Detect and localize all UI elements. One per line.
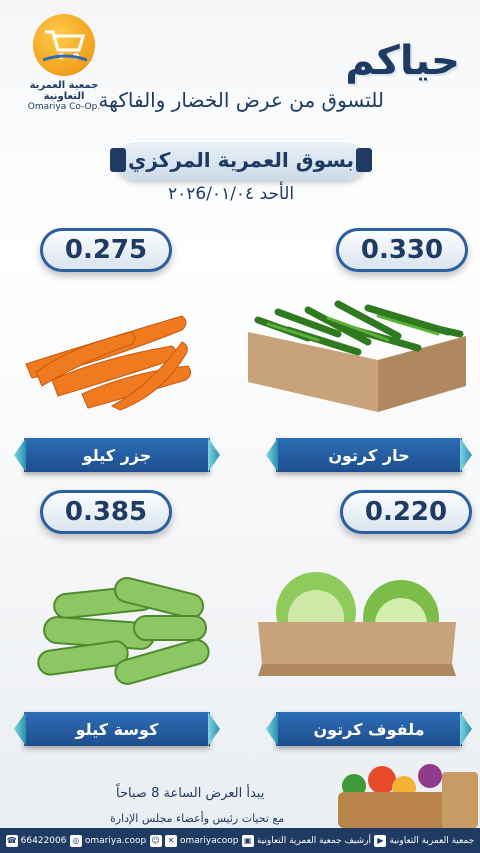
product-name-zucchini: كوسة كيلو bbox=[24, 712, 210, 746]
offer-date: الأحد ٢٠٢6/٠١/٠٤ bbox=[168, 184, 295, 204]
snapchat-icon: ☺ bbox=[149, 834, 162, 847]
price-pill-zucchini: 0.385 bbox=[40, 490, 172, 534]
product-name-carrot: جزر كيلو bbox=[24, 438, 210, 472]
youtube-text: جمعية العمرية التعاونية bbox=[389, 835, 475, 846]
greeting-title: حياكم bbox=[345, 38, 460, 84]
phone-icon: ☎ bbox=[5, 834, 18, 847]
contact-snapchat[interactable]: ☺ bbox=[149, 834, 162, 847]
price-pill-chili: 0.330 bbox=[336, 228, 468, 272]
contact-website[interactable]: ▣ أرشيف جمعية العمرية التعاونية bbox=[241, 834, 371, 847]
website-text: أرشيف جمعية العمرية التعاونية bbox=[256, 835, 371, 846]
market-name-pill: بسوق العمرية المركزي bbox=[110, 140, 372, 180]
contact-x[interactable]: ✕ omariyacoop bbox=[164, 834, 239, 847]
product-name-chili: حار كرتون bbox=[276, 438, 462, 472]
phone-text: 66422006 bbox=[20, 835, 67, 846]
contact-bar: ☎ 66422006 ◎ omariya.coop ☺ ✕ omariyacoo… bbox=[0, 828, 480, 853]
offer-start-time: يبدأ العرض الساعة 8 صباحاً bbox=[116, 786, 265, 801]
price-pill-carrot: 0.275 bbox=[40, 228, 172, 272]
instagram-icon: ◎ bbox=[69, 834, 82, 847]
contact-instagram[interactable]: ◎ omariya.coop bbox=[69, 834, 147, 847]
x-icon: ✕ bbox=[164, 834, 177, 847]
cart-logo-icon bbox=[33, 14, 95, 76]
contact-youtube[interactable]: ▶ جمعية العمرية التعاونية bbox=[374, 834, 475, 847]
vegetable-basket-image bbox=[338, 764, 478, 828]
instagram-text: omariya.coop bbox=[84, 835, 147, 846]
zucchini-image bbox=[37, 577, 210, 685]
contact-phone[interactable]: ☎ 66422006 bbox=[5, 834, 67, 847]
board-greetings: مع تحيات رئيس وأعضاء مجلس الإدارة bbox=[110, 812, 285, 825]
youtube-icon: ▶ bbox=[374, 834, 387, 847]
carrots-image bbox=[25, 315, 192, 411]
website-icon: ▣ bbox=[241, 834, 254, 847]
subtitle: للتسوق من عرض الخضار والفاكهة bbox=[98, 88, 384, 112]
product-name-cabbage: ملفوف كرتون bbox=[276, 712, 462, 746]
x-text: omariyacoop bbox=[179, 835, 239, 846]
price-pill-cabbage: 0.220 bbox=[340, 490, 472, 534]
green-chili-box-image bbox=[248, 300, 466, 412]
cabbage-box-image bbox=[258, 572, 456, 676]
